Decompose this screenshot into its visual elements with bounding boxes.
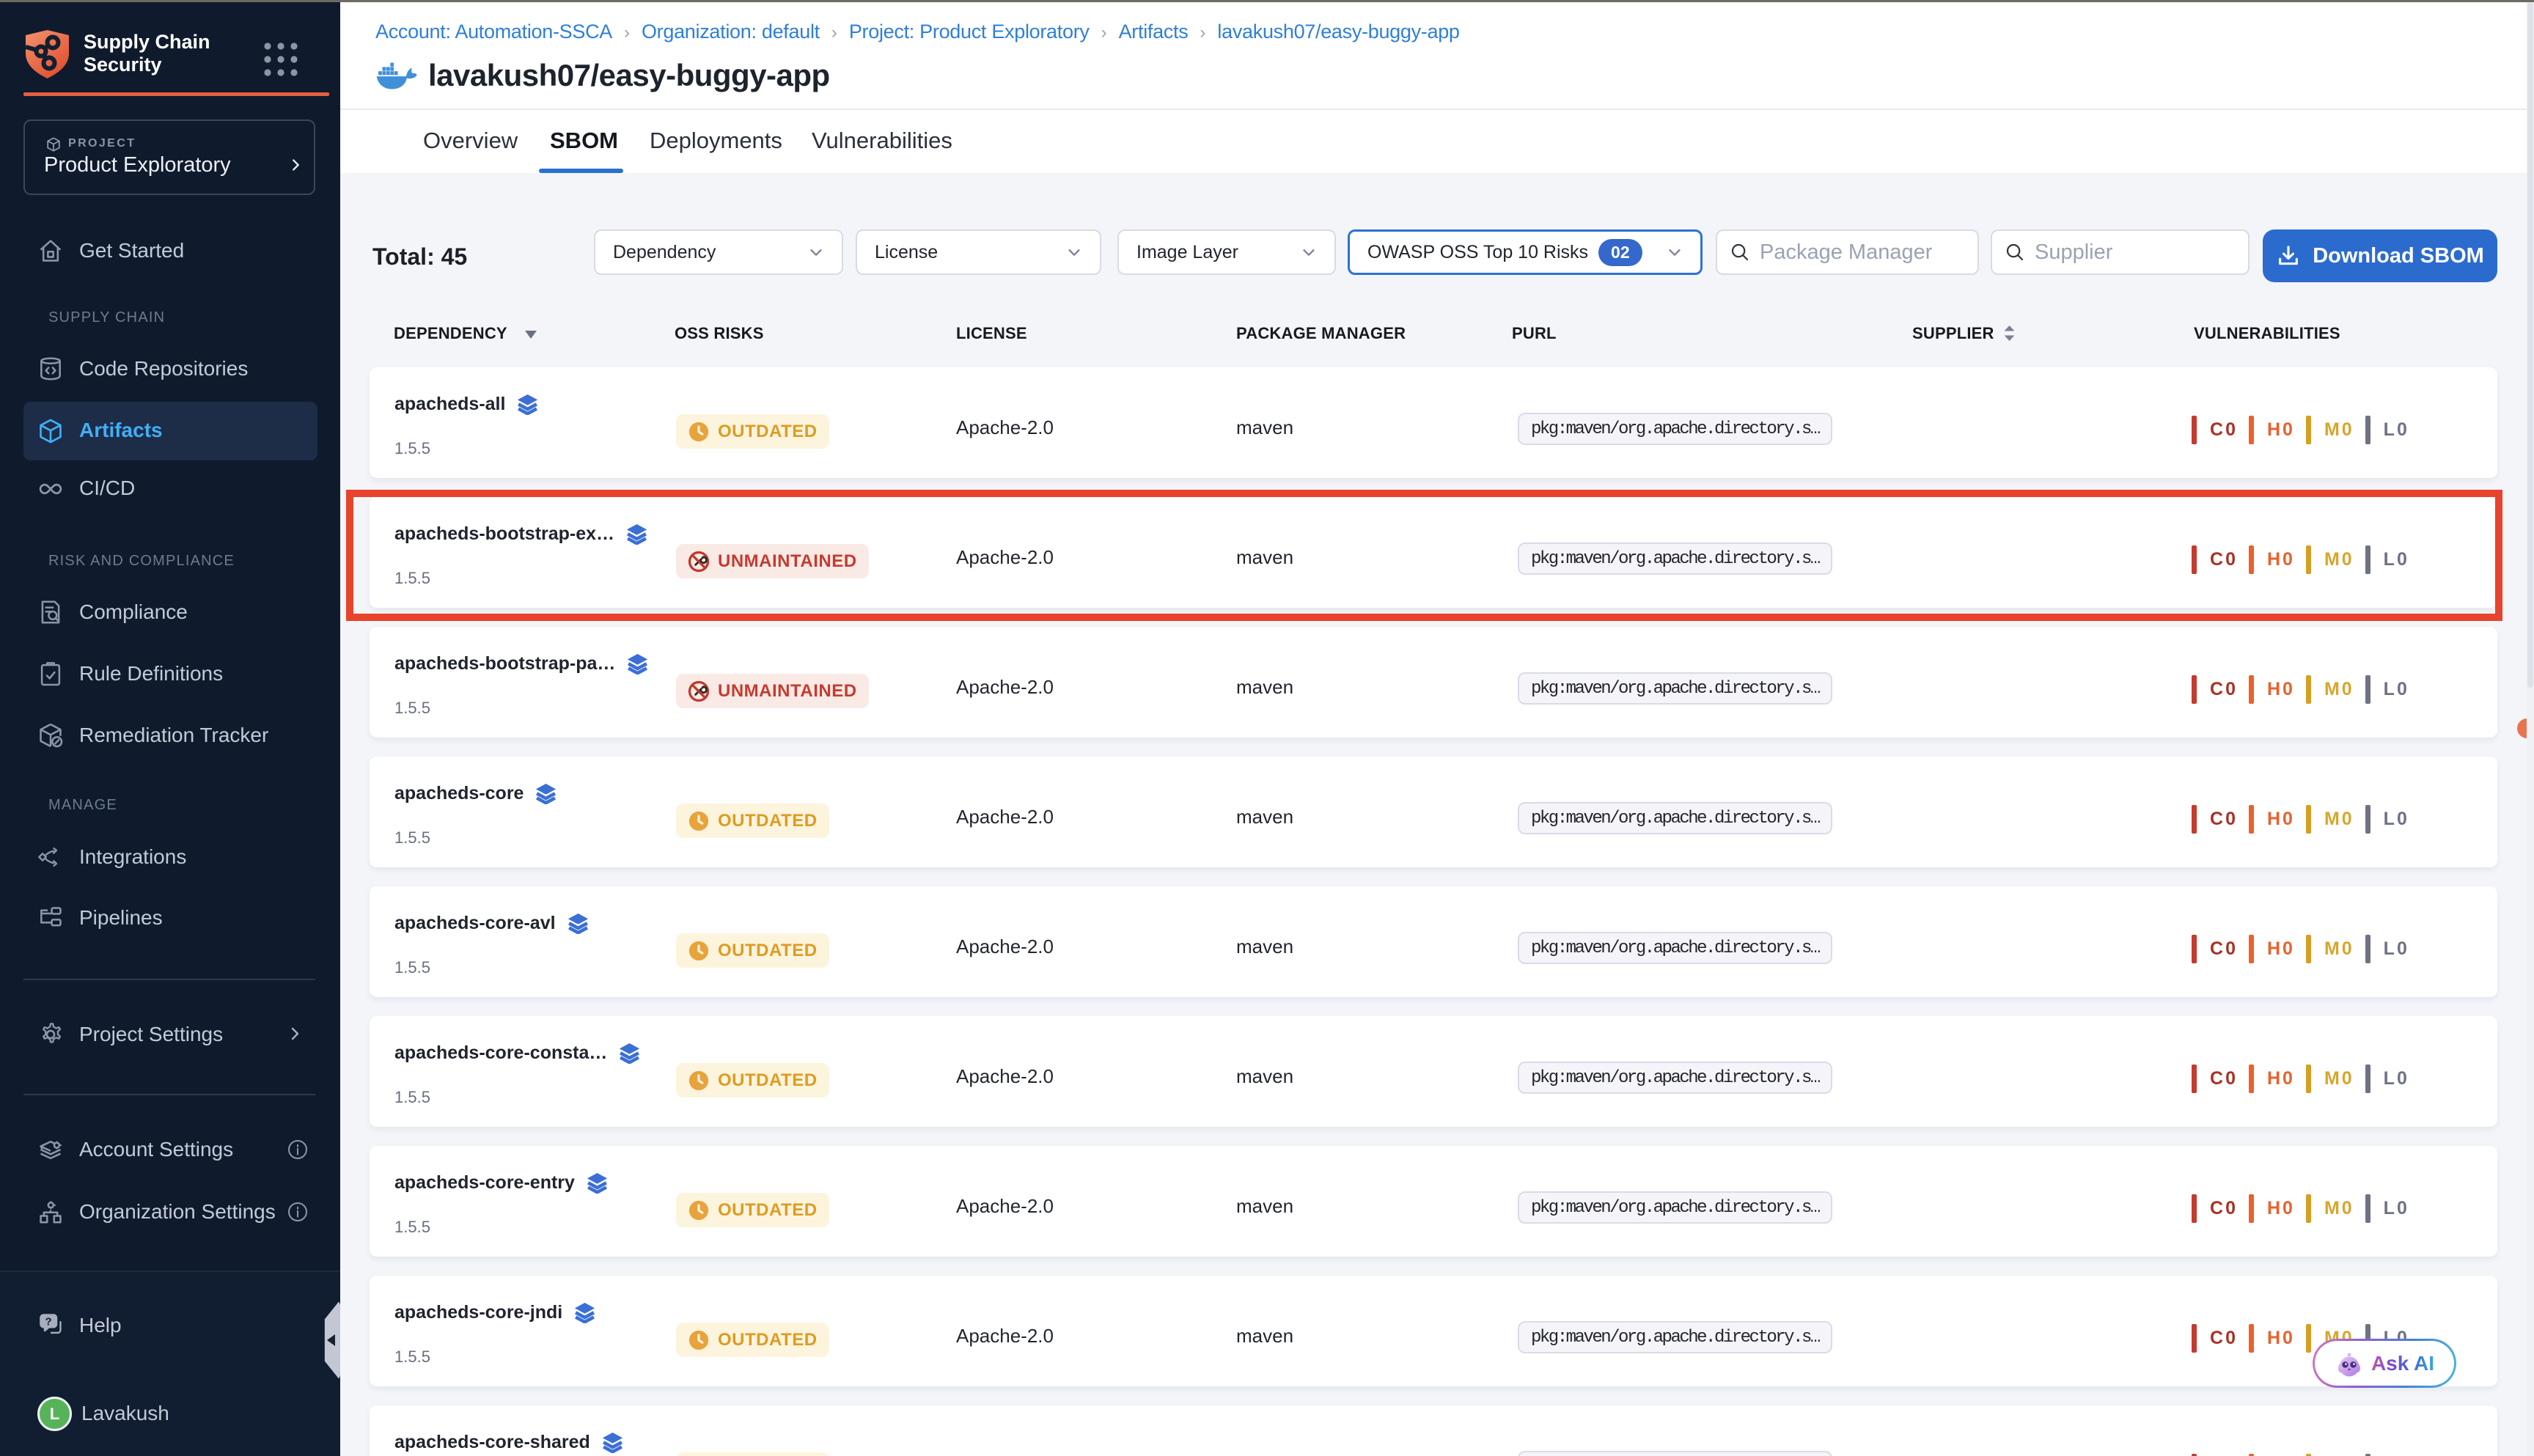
svg-text:?: ? [45,1315,52,1328]
